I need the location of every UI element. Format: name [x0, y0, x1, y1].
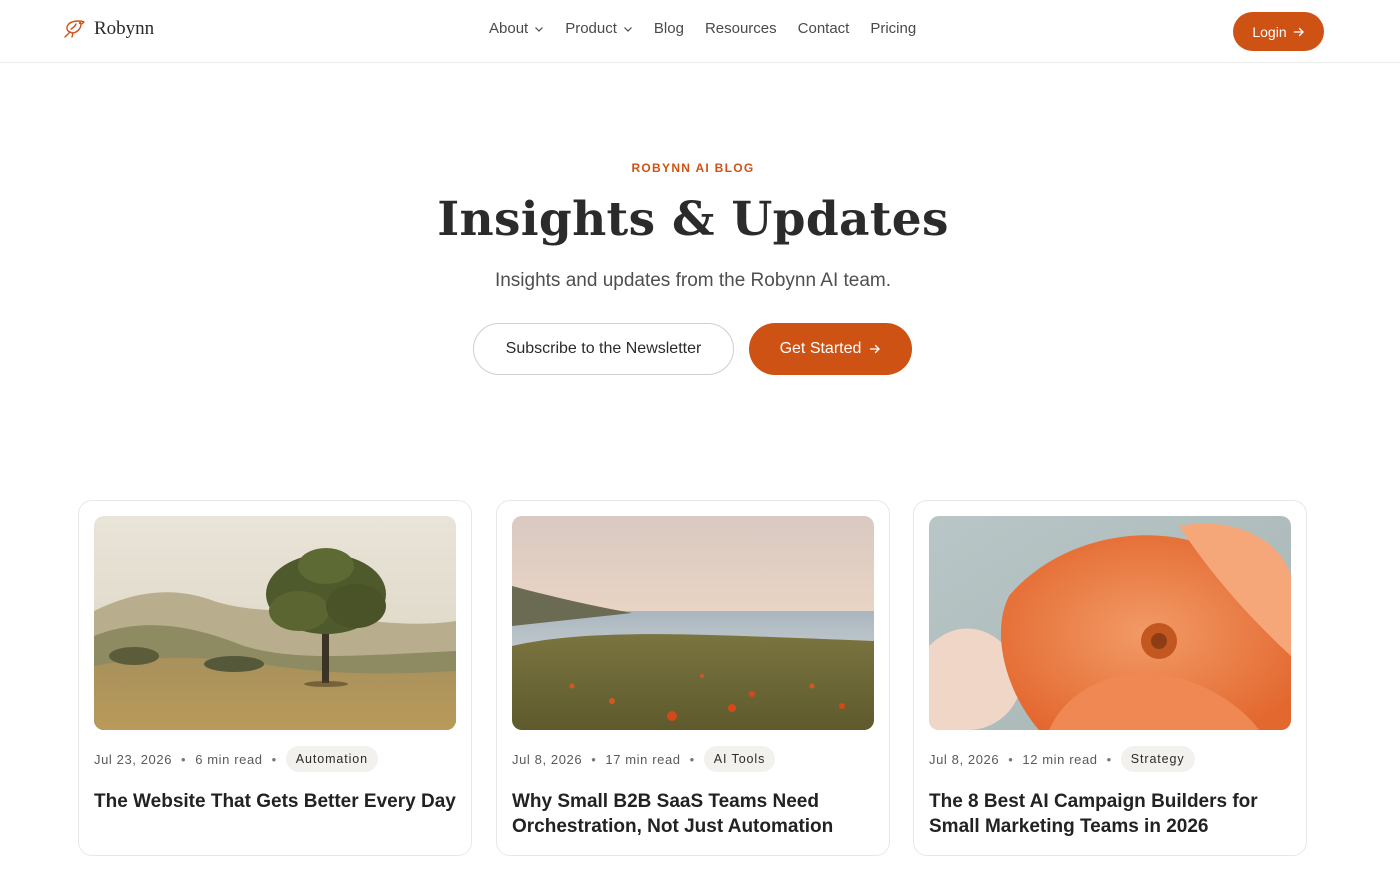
nav-item-label: Product: [565, 20, 617, 37]
bird-icon: [64, 20, 85, 38]
nav-item-resources[interactable]: Resources: [705, 20, 777, 37]
main-menu: About Product Blog Resources Contact Pri…: [489, 20, 937, 37]
post-date: Jul 8, 2026: [512, 751, 583, 767]
login-button[interactable]: Login: [1233, 12, 1324, 51]
arrow-right-icon: [1293, 27, 1304, 36]
blog-post-card[interactable]: Jul 23, 2026 • 6 min read • Automation T…: [78, 500, 472, 856]
nav-item-pricing[interactable]: Pricing: [870, 20, 916, 37]
page-title: Insights & Updates: [437, 192, 949, 247]
nav-item-contact[interactable]: Contact: [798, 20, 850, 37]
blog-post-card[interactable]: Jul 8, 2026 • 12 min read • Strategy The…: [913, 500, 1307, 856]
post-title[interactable]: The Website That Gets Better Every Day: [94, 789, 456, 814]
post-meta: Jul 23, 2026 • 6 min read • Automation: [94, 746, 379, 772]
chevron-down-icon: [535, 26, 544, 32]
post-image-coastal-meadow: [512, 516, 874, 730]
nav-item-label: Resources: [704, 20, 777, 37]
post-date: Jul 23, 2026: [94, 751, 173, 767]
get-started-button[interactable]: Get Started: [749, 323, 912, 375]
hero-eyebrow: ROBYNN AI BLOG: [631, 161, 755, 175]
nav-item-label: Contact: [797, 20, 850, 37]
post-read-time: 6 min read: [195, 751, 263, 767]
post-date: Jul 8, 2026: [929, 751, 1000, 767]
chevron-down-icon: [623, 26, 632, 32]
meta-separator: •: [271, 751, 277, 767]
nav-item-label: About: [489, 20, 529, 37]
nav-item-product[interactable]: Product: [565, 20, 633, 37]
login-label: Login: [1252, 23, 1287, 40]
nav-item-label: Blog: [653, 20, 684, 37]
post-image-poppy-closeup: [929, 516, 1291, 730]
brand-logo[interactable]: Robynn: [62, 17, 154, 41]
top-navigation: Robynn About Product Blog Resources Cont…: [0, 0, 1400, 63]
nav-item-about[interactable]: About: [489, 20, 544, 37]
meta-separator: •: [1008, 751, 1014, 767]
post-meta: Jul 8, 2026 • 17 min read • AI Tools: [512, 746, 776, 772]
meta-separator: •: [181, 751, 187, 767]
arrow-right-icon: [870, 344, 881, 354]
post-meta: Jul 8, 2026 • 12 min read • Strategy: [929, 746, 1195, 772]
meta-separator: •: [591, 751, 597, 767]
post-read-time: 12 min read: [1022, 751, 1098, 767]
post-tag[interactable]: Strategy: [1120, 746, 1195, 772]
post-read-time: 17 min read: [605, 751, 681, 767]
post-tag[interactable]: Automation: [285, 746, 379, 772]
post-title[interactable]: Why Small B2B SaaS Teams Need Orchestrat…: [512, 789, 874, 839]
brand-name: Robynn: [94, 18, 155, 39]
hero-subtitle: Insights and updates from the Robynn AI …: [494, 270, 892, 291]
post-title[interactable]: The 8 Best AI Campaign Builders for Smal…: [929, 789, 1291, 839]
nav-item-blog[interactable]: Blog: [654, 20, 684, 37]
subscribe-label: Subscribe to the Newsletter: [505, 340, 702, 357]
blog-post-card[interactable]: Jul 8, 2026 • 17 min read • AI Tools Why…: [496, 500, 890, 856]
meta-separator: •: [1106, 751, 1112, 767]
post-tag[interactable]: AI Tools: [703, 746, 776, 772]
subscribe-newsletter-button[interactable]: Subscribe to the Newsletter: [473, 323, 734, 375]
get-started-label: Get Started: [779, 340, 862, 357]
post-image-oak-tree: [94, 516, 456, 730]
nav-item-label: Pricing: [870, 20, 917, 37]
meta-separator: •: [689, 751, 695, 767]
